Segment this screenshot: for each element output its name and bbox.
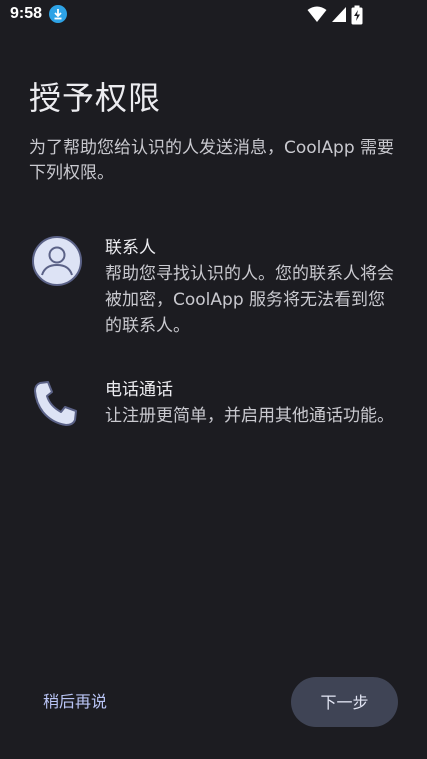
download-icon (49, 5, 67, 23)
skip-button[interactable]: 稍后再说 (32, 682, 118, 722)
page-subtitle: 为了帮助您给认识的人发送消息，CoolApp 需要下列权限。 (29, 138, 395, 183)
page-title: 授予权限 (29, 79, 162, 117)
permission-description: 让注册更简单，并启用其他通话功能。 (105, 406, 394, 426)
status-time: 9:58 (10, 5, 43, 22)
permission-title: 电话通话 (105, 380, 173, 400)
next-button[interactable]: 下一步 (291, 677, 398, 727)
permission-phone-text: 电话通话 让注册更简单，并启用其他通话功能。 (105, 377, 400, 429)
battery-charging-icon (351, 5, 363, 25)
phone-icon (31, 377, 83, 429)
wifi-icon (307, 6, 327, 22)
signal-icon (332, 7, 346, 22)
permission-title: 联系人 (105, 238, 156, 258)
permission-contacts-text: 联系人 帮助您寻找认识的人。您的联系人将会被加密，CoolApp 服务将无法看到… (105, 235, 400, 339)
status-bar: 9:58 (0, 0, 427, 30)
contact-person-icon (31, 235, 83, 287)
permission-description: 帮助您寻找认识的人。您的联系人将会被加密，CoolApp 服务将无法看到您的联系… (105, 264, 394, 336)
